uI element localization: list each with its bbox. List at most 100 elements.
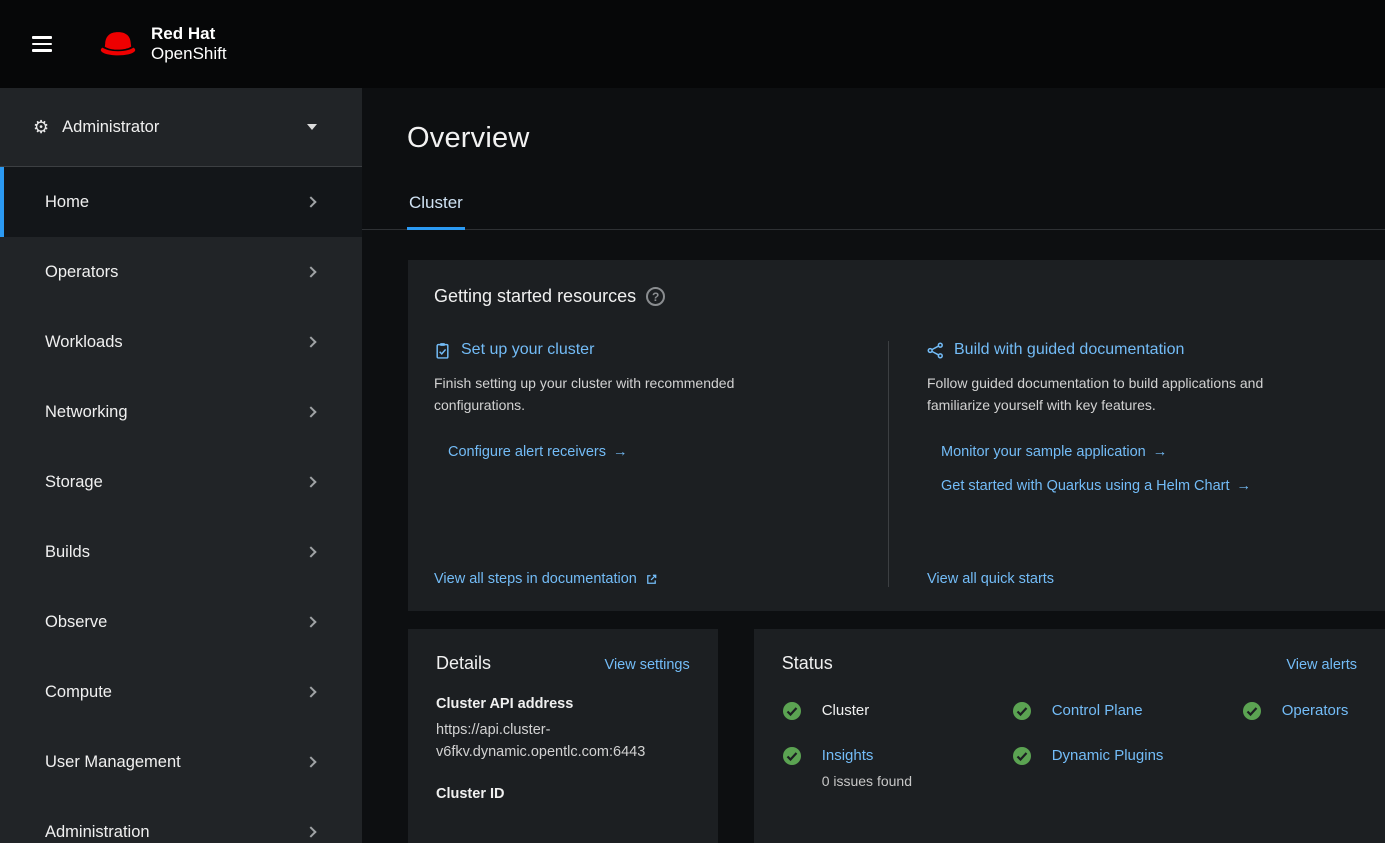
- setup-cluster-heading: Set up your cluster: [434, 341, 848, 359]
- control-plane-link[interactable]: Control Plane: [1052, 702, 1143, 719]
- column-title: Build with guided documentation: [954, 341, 1184, 359]
- column-links: Configure alert receivers→: [434, 444, 848, 460]
- details-list: Cluster API address https://api.cluster-…: [436, 696, 690, 802]
- chevron-right-icon: [305, 266, 316, 277]
- column-links: Monitor your sample application→ Get sta…: [927, 444, 1346, 494]
- status-label: Cluster: [822, 702, 870, 719]
- nav-item-label: Observe: [45, 613, 107, 632]
- getting-started-title: Getting started resources: [434, 286, 636, 307]
- brand-line2: OpenShift: [151, 44, 227, 64]
- nav-item-label: User Management: [45, 753, 181, 772]
- column-description: Finish setting up your cluster with reco…: [434, 373, 794, 416]
- status-grid: Cluster Control Plane: [782, 702, 1357, 789]
- chevron-down-icon: [307, 124, 317, 130]
- view-alerts-link[interactable]: View alerts: [1286, 657, 1357, 673]
- guided-documentation-icon: [927, 342, 944, 359]
- page-title: Overview: [407, 122, 1340, 155]
- sidebar-item-user-management[interactable]: User Management: [0, 727, 362, 797]
- tab-cluster[interactable]: Cluster: [407, 181, 465, 229]
- redhat-hat-icon: [96, 28, 140, 61]
- openshift-console: Red Hat OpenShift ⚙ Administrator Home O…: [0, 0, 1385, 843]
- check-circle-icon: [782, 701, 802, 721]
- getting-started-columns: Set up your cluster Finish setting up yo…: [434, 341, 1385, 587]
- nav-item-label: Compute: [45, 683, 112, 702]
- status-item-control-plane: Control Plane: [1012, 702, 1242, 721]
- check-circle-icon: [782, 746, 802, 766]
- overview-cards-row: Details View settings Cluster API addres…: [408, 629, 1385, 843]
- getting-started-card: Getting started resources ?: [408, 260, 1385, 611]
- status-card: Status View alerts Cluster: [754, 629, 1385, 843]
- sidebar-item-observe[interactable]: Observe: [0, 587, 362, 657]
- status-item-cluster: Cluster: [782, 702, 1012, 721]
- status-item-operators: Operators: [1242, 702, 1357, 721]
- details-title: Details: [436, 653, 491, 674]
- sidebar: ⚙ Administrator Home Operators Workloads…: [0, 88, 362, 843]
- nav-item-label: Administration: [45, 823, 150, 842]
- sidebar-item-compute[interactable]: Compute: [0, 657, 362, 727]
- sidebar-item-home[interactable]: Home: [0, 167, 362, 237]
- chevron-right-icon: [305, 476, 316, 487]
- quarkus-helm-chart-link[interactable]: Get started with Quarkus using a Helm Ch…: [941, 478, 1346, 494]
- chevron-right-icon: [305, 616, 316, 627]
- arrow-right-icon: →: [1153, 444, 1168, 460]
- gear-icon: ⚙: [33, 118, 49, 136]
- column-description: Follow guided documentation to build app…: [927, 373, 1287, 416]
- overview-content: Getting started resources ?: [362, 230, 1385, 843]
- page-header: Overview: [362, 88, 1385, 155]
- chevron-right-icon: [305, 686, 316, 697]
- question-mark-glyph: ?: [652, 291, 659, 303]
- chevron-right-icon: [305, 756, 316, 767]
- view-settings-link[interactable]: View settings: [605, 657, 690, 673]
- insights-issues-note: 0 issues found: [822, 773, 912, 789]
- nav-item-label: Home: [45, 193, 89, 212]
- configure-alert-receivers-link[interactable]: Configure alert receivers→: [448, 444, 848, 460]
- getting-started-header: Getting started resources ?: [434, 286, 1385, 307]
- link-label: Get started with Quarkus using a Helm Ch…: [941, 478, 1230, 494]
- clipboard-check-icon: [434, 342, 451, 359]
- view-all-steps-link[interactable]: View all steps in documentation: [434, 571, 658, 587]
- setup-cluster-column: Set up your cluster Finish setting up yo…: [434, 341, 889, 587]
- sidebar-item-administration[interactable]: Administration: [0, 797, 362, 843]
- chevron-right-icon: [305, 826, 316, 837]
- view-all-quick-starts-link[interactable]: View all quick starts: [927, 571, 1054, 587]
- check-circle-icon: [1242, 701, 1262, 721]
- brand-line1: Red Hat: [151, 24, 227, 44]
- dynamic-plugins-link[interactable]: Dynamic Plugins: [1052, 747, 1164, 764]
- chevron-right-icon: [305, 196, 316, 207]
- main-content: Overview Cluster Getting started resourc…: [362, 88, 1385, 843]
- monitor-sample-application-link[interactable]: Monitor your sample application→: [941, 444, 1346, 460]
- column-title: Set up your cluster: [461, 341, 594, 359]
- arrow-right-icon: →: [1237, 478, 1252, 494]
- sidebar-item-workloads[interactable]: Workloads: [0, 307, 362, 377]
- nav-item-label: Networking: [45, 403, 128, 422]
- guided-documentation-heading: Build with guided documentation: [927, 341, 1346, 359]
- nav-item-label: Operators: [45, 263, 118, 282]
- perspective-switcher[interactable]: ⚙ Administrator: [0, 88, 362, 167]
- cluster-id-label: Cluster ID: [436, 786, 690, 802]
- guided-documentation-column: Build with guided documentation Follow g…: [889, 341, 1385, 587]
- check-circle-icon: [1012, 701, 1032, 721]
- status-item-insights: Insights 0 issues found: [782, 747, 1012, 789]
- link-label: Configure alert receivers: [448, 444, 606, 460]
- cluster-api-address-label: Cluster API address: [436, 696, 690, 712]
- cluster-api-address-value: https://api.cluster-v6fkv.dynamic.opentl…: [436, 720, 690, 764]
- sidebar-item-storage[interactable]: Storage: [0, 447, 362, 517]
- insights-link[interactable]: Insights: [822, 747, 874, 764]
- nav-toggle-button[interactable]: [32, 32, 56, 56]
- sidebar-item-networking[interactable]: Networking: [0, 377, 362, 447]
- status-header: Status View alerts: [782, 653, 1357, 674]
- sidebar-item-operators[interactable]: Operators: [0, 237, 362, 307]
- brand-logo[interactable]: Red Hat OpenShift: [96, 24, 227, 64]
- details-header: Details View settings: [436, 653, 690, 674]
- sidebar-item-builds[interactable]: Builds: [0, 517, 362, 587]
- nav-item-label: Builds: [45, 543, 90, 562]
- nav-item-label: Workloads: [45, 333, 123, 352]
- tabs: Cluster: [362, 181, 1385, 230]
- nav-list: Home Operators Workloads Networking Stor…: [0, 167, 362, 843]
- brand-text: Red Hat OpenShift: [151, 24, 227, 64]
- chevron-right-icon: [305, 336, 316, 347]
- status-title: Status: [782, 653, 833, 674]
- status-item-dynamic-plugins: Dynamic Plugins: [1012, 747, 1242, 766]
- operators-link[interactable]: Operators: [1282, 702, 1349, 719]
- help-icon[interactable]: ?: [646, 287, 665, 306]
